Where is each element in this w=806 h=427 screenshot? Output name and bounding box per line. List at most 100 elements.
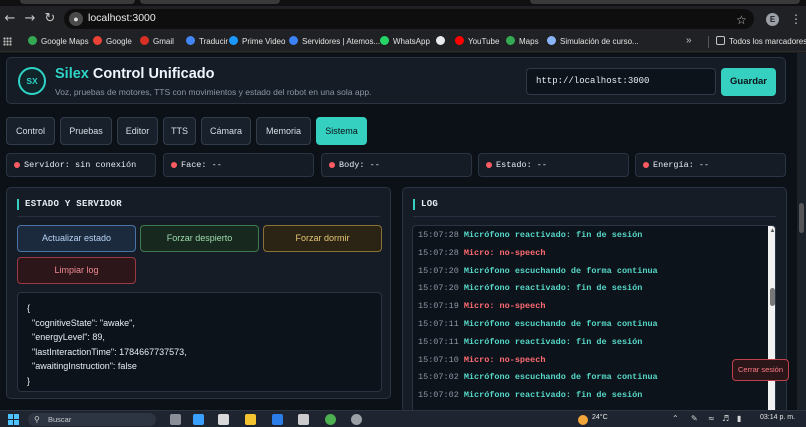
browser-menu-icon[interactable]: ⋮ bbox=[790, 12, 802, 26]
app-icon[interactable] bbox=[351, 414, 362, 425]
bookmark-item[interactable] bbox=[436, 36, 449, 48]
log-entry: 15:07:11 Micrófono reactivado: fin de ses… bbox=[418, 337, 642, 347]
log-scrollbar[interactable]: ▲ bbox=[768, 226, 775, 410]
bookmark-favicon-icon bbox=[455, 36, 464, 45]
bookmark-item[interactable]: Maps bbox=[506, 36, 539, 48]
bookmark-item[interactable]: Servidores | Atemos... bbox=[289, 36, 380, 48]
bookmark-favicon-icon bbox=[229, 36, 238, 45]
log-timestamp: 15:07:28 bbox=[418, 247, 459, 258]
status-chip: Energía: -- bbox=[635, 153, 786, 177]
tab-6[interactable]: Sistema bbox=[316, 117, 367, 145]
log-timestamp: 15:07:02 bbox=[418, 390, 459, 401]
volume-icon[interactable]: ♬ bbox=[722, 414, 729, 423]
title-accent: Silex bbox=[55, 66, 89, 82]
log-entry: 15:07:02 Micrófono reactivado: fin de ses… bbox=[418, 390, 642, 400]
address-url: localhost:3000 bbox=[88, 12, 156, 24]
browser-tab[interactable] bbox=[20, 0, 135, 4]
folder-icon bbox=[716, 36, 725, 45]
log-message: Micrófono reactivado: fin de sesión bbox=[463, 230, 643, 240]
copilot-icon[interactable] bbox=[193, 414, 204, 425]
pen-icon[interactable]: ✎ bbox=[691, 414, 698, 423]
bookmark-favicon-icon bbox=[380, 36, 389, 45]
forward-icon[interactable]: → bbox=[22, 11, 38, 27]
log-panel-title: LOG bbox=[413, 199, 438, 210]
server-url-input[interactable]: http://localhost:3000 bbox=[526, 68, 716, 95]
bookmark-favicon-icon bbox=[186, 36, 195, 45]
tab-1[interactable]: Pruebas bbox=[60, 117, 112, 145]
site-info-icon[interactable]: ● bbox=[69, 12, 83, 26]
bookmark-favicon-icon bbox=[28, 36, 37, 45]
tray-overflow-icon[interactable]: ⌃ bbox=[672, 414, 679, 423]
bookmarks-more-icon[interactable]: » bbox=[686, 35, 692, 46]
back-icon[interactable]: ← bbox=[2, 11, 18, 27]
scroll-up-icon[interactable]: ▲ bbox=[768, 228, 775, 234]
log-entry: 15:07:20 Micrófono escuchando de forma co… bbox=[418, 266, 658, 276]
app-page: SX Silex Control Unificado Voz, pruebas … bbox=[0, 53, 806, 410]
page-scrollbar[interactable] bbox=[797, 53, 806, 410]
tab-5[interactable]: Memoria bbox=[256, 117, 311, 145]
chrome-icon[interactable] bbox=[325, 414, 336, 425]
bookmark-favicon-icon bbox=[140, 36, 149, 45]
terminal-icon[interactable] bbox=[298, 414, 309, 425]
bookmark-item[interactable]: Prime Video bbox=[229, 36, 285, 48]
reload-icon[interactable]: ↻ bbox=[42, 11, 58, 27]
bookmark-item[interactable]: YouTube bbox=[455, 36, 499, 48]
bookmark-item[interactable]: Simulación de curso... bbox=[547, 36, 639, 48]
task-view-icon[interactable] bbox=[170, 414, 181, 425]
apps-grid-icon[interactable] bbox=[3, 37, 12, 46]
clock-time[interactable]: 03:14 p. m. bbox=[760, 414, 795, 421]
app-header: SX Silex Control Unificado Voz, pruebas … bbox=[6, 57, 786, 104]
bookmark-item[interactable]: Google Maps bbox=[28, 36, 89, 48]
bookmark-item[interactable]: Google bbox=[93, 36, 132, 48]
section-divider bbox=[413, 216, 776, 217]
taskbar-search[interactable]: ⚲ Buscar bbox=[28, 413, 156, 426]
tab-2[interactable]: Editor bbox=[117, 117, 158, 145]
windows-start-icon[interactable] bbox=[8, 414, 19, 425]
status-chip: Face: -- bbox=[163, 153, 314, 177]
update-state-button[interactable]: Actualizar estado bbox=[17, 225, 136, 252]
tab-4[interactable]: Cámara bbox=[201, 117, 251, 145]
log-entry: 15:07:28 Micro: no-speech bbox=[418, 248, 545, 258]
page-scroll-thumb[interactable] bbox=[799, 203, 804, 233]
status-dot-icon bbox=[643, 162, 649, 168]
address-bar[interactable]: ● localhost:3000 bbox=[64, 9, 754, 29]
log-entry: 15:07:20 Micrófono reactivado: fin de ses… bbox=[418, 283, 642, 293]
weather-icon[interactable] bbox=[578, 415, 588, 425]
tab-3[interactable]: TTS bbox=[163, 117, 196, 145]
log-timestamp: 15:07:02 bbox=[418, 372, 459, 383]
log-output[interactable]: 15:07:28 Micrófono reactivado: fin de ses… bbox=[412, 225, 776, 410]
all-bookmarks-link[interactable]: Todos los marcadores bbox=[716, 36, 806, 48]
search-icon: ⚲ bbox=[34, 415, 40, 424]
title-rest: Control Unificado bbox=[88, 66, 215, 82]
bookmark-label: Prime Video bbox=[242, 37, 286, 46]
file-explorer-icon[interactable] bbox=[245, 414, 256, 425]
clear-log-button[interactable]: Limpiar log bbox=[17, 257, 136, 284]
bookmark-item[interactable]: WhatsApp bbox=[380, 36, 430, 48]
state-json-output: { "cognitiveState": "awake", "energyLeve… bbox=[17, 292, 382, 392]
wifi-icon[interactable]: ≈ bbox=[708, 414, 715, 423]
bookmark-label: Servidores | Atemos... bbox=[302, 37, 381, 46]
app-logo: SX bbox=[18, 67, 46, 95]
force-sleep-button[interactable]: Forzar dormir bbox=[263, 225, 382, 252]
status-chip-text: Estado: -- bbox=[496, 160, 548, 170]
bookmarks-divider bbox=[708, 36, 709, 48]
bookmark-star-icon[interactable]: ☆ bbox=[736, 13, 747, 27]
app-icon[interactable] bbox=[218, 414, 229, 425]
page-title: Silex Control Unificado bbox=[55, 66, 215, 82]
weather-temperature: 24°C bbox=[592, 414, 608, 421]
bookmark-item[interactable]: Gmail bbox=[140, 36, 174, 48]
battery-icon[interactable]: ▮ bbox=[737, 414, 741, 423]
log-scroll-thumb[interactable] bbox=[770, 288, 775, 306]
logout-button[interactable]: Cerrar sesión bbox=[732, 359, 789, 381]
profile-avatar[interactable]: E bbox=[766, 13, 779, 26]
save-server-button[interactable]: Guardar bbox=[721, 68, 776, 96]
tab-0[interactable]: Control bbox=[6, 117, 55, 145]
force-wake-button[interactable]: Forzar despierto bbox=[140, 225, 259, 252]
browser-tab[interactable] bbox=[140, 0, 280, 4]
browser-tab[interactable] bbox=[530, 0, 800, 4]
bookmark-item[interactable]: Traducir bbox=[186, 36, 228, 48]
log-message: Micrófono escuchando de forma continua bbox=[463, 265, 658, 276]
app-icon[interactable] bbox=[272, 414, 283, 425]
log-entry: 15:07:19 Micro: no-speech bbox=[418, 301, 545, 311]
state-panel-title: ESTADO Y SERVIDOR bbox=[17, 199, 122, 210]
